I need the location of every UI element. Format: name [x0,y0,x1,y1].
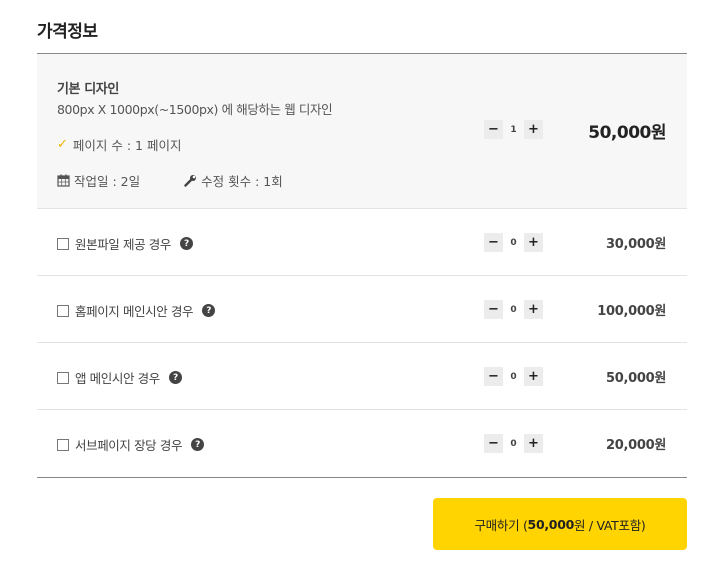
option-label[interactable]: 홈페이지 메인시안 경우 ? [57,301,216,320]
option-price: 20,000원 [605,438,666,453]
decrement-button[interactable]: − [484,233,503,252]
checkbox-icon[interactable] [57,371,69,384]
checkbox-icon[interactable] [57,438,69,451]
quantity-value: 0 [510,371,517,382]
base-price: 50,000원 [588,123,666,143]
option-price: 30,000원 [605,237,666,252]
option-row-subpage: 서브페이지 장당 경우 ? − 0 + 20,000원 [37,410,687,477]
option-price: 50,000원 [605,371,666,386]
option-price: 100,000원 [597,304,666,319]
workdays-label: 작업일 : 2일 [74,174,141,189]
option-label[interactable]: 서브페이지 장당 경우 ? [57,435,205,454]
question-circle-icon[interactable]: ? [191,438,205,451]
increment-button[interactable]: + [524,367,543,386]
buy-prefix: 구매하기 ( [474,517,528,533]
option-name: 앱 메인시안 경우 [75,371,160,386]
quantity-value: 1 [510,124,517,135]
option-quantity-stepper: − 0 + [484,300,543,319]
page-title: 가격정보 [37,22,98,42]
calendar-icon [57,174,70,187]
wrench-icon [184,175,197,187]
option-quantity-stepper: − 0 + [484,367,543,386]
option-row-original-file: 원본파일 제공 경우 ? − 0 + 30,000원 [37,209,687,276]
option-quantity-stepper: − 0 + [484,233,543,252]
option-name: 홈페이지 메인시안 경우 [75,304,194,319]
question-circle-icon[interactable]: ? [179,237,193,250]
revisions-info: 수정 횟수 : 1회 [184,171,283,190]
base-quantity-stepper: − 1 + [484,120,543,139]
option-name: 원본파일 제공 경우 [75,237,171,252]
base-description: 800px X 1000px(~1500px) 에 해당하는 웹 디자인 [57,102,333,117]
increment-button[interactable]: + [524,300,543,319]
pages-info: ✓ 페이지 수 : 1 페이지 [57,135,181,154]
checkbox-icon[interactable] [57,304,69,317]
base-name: 기본 디자인 [57,82,119,97]
increment-button[interactable]: + [524,434,543,453]
question-circle-icon[interactable]: ? [202,304,216,317]
decrement-button[interactable]: − [484,120,503,139]
decrement-button[interactable]: − [484,367,503,386]
workdays-info: 작업일 : 2일 [57,171,140,190]
checkbox-icon[interactable] [57,237,69,250]
option-label[interactable]: 원본파일 제공 경우 ? [57,234,193,253]
quantity-value: 0 [510,438,517,449]
increment-button[interactable]: + [524,120,543,139]
decrement-button[interactable]: − [484,434,503,453]
revisions-label: 수정 횟수 : 1회 [201,174,283,189]
pages-label: 페이지 수 : 1 페이지 [72,138,182,153]
option-quantity-stepper: − 0 + [484,434,543,453]
price-panel: 기본 디자인 800px X 1000px(~1500px) 에 해당하는 웹 … [37,53,687,478]
option-row-app-main: 앱 메인시안 경우 ? − 0 + 50,000원 [37,343,687,410]
option-row-homepage-main: 홈페이지 메인시안 경우 ? − 0 + 100,000원 [37,276,687,343]
buy-button[interactable]: 구매하기 (50,000 원 / VAT포함) [433,498,687,550]
check-icon: ✓ [57,137,68,152]
buy-amount: 50,000 [527,516,575,532]
quantity-value: 0 [510,304,517,315]
quantity-value: 0 [510,237,517,248]
base-design-row: 기본 디자인 800px X 1000px(~1500px) 에 해당하는 웹 … [37,54,687,209]
option-name: 서브페이지 장당 경우 [75,438,183,453]
base-meta: 작업일 : 2일 수정 횟수 : 1회 [57,171,283,190]
increment-button[interactable]: + [524,233,543,252]
question-circle-icon[interactable]: ? [168,371,182,384]
buy-suffix: 원 / VAT포함) [573,517,646,533]
option-label[interactable]: 앱 메인시안 경우 ? [57,368,182,387]
decrement-button[interactable]: − [484,300,503,319]
